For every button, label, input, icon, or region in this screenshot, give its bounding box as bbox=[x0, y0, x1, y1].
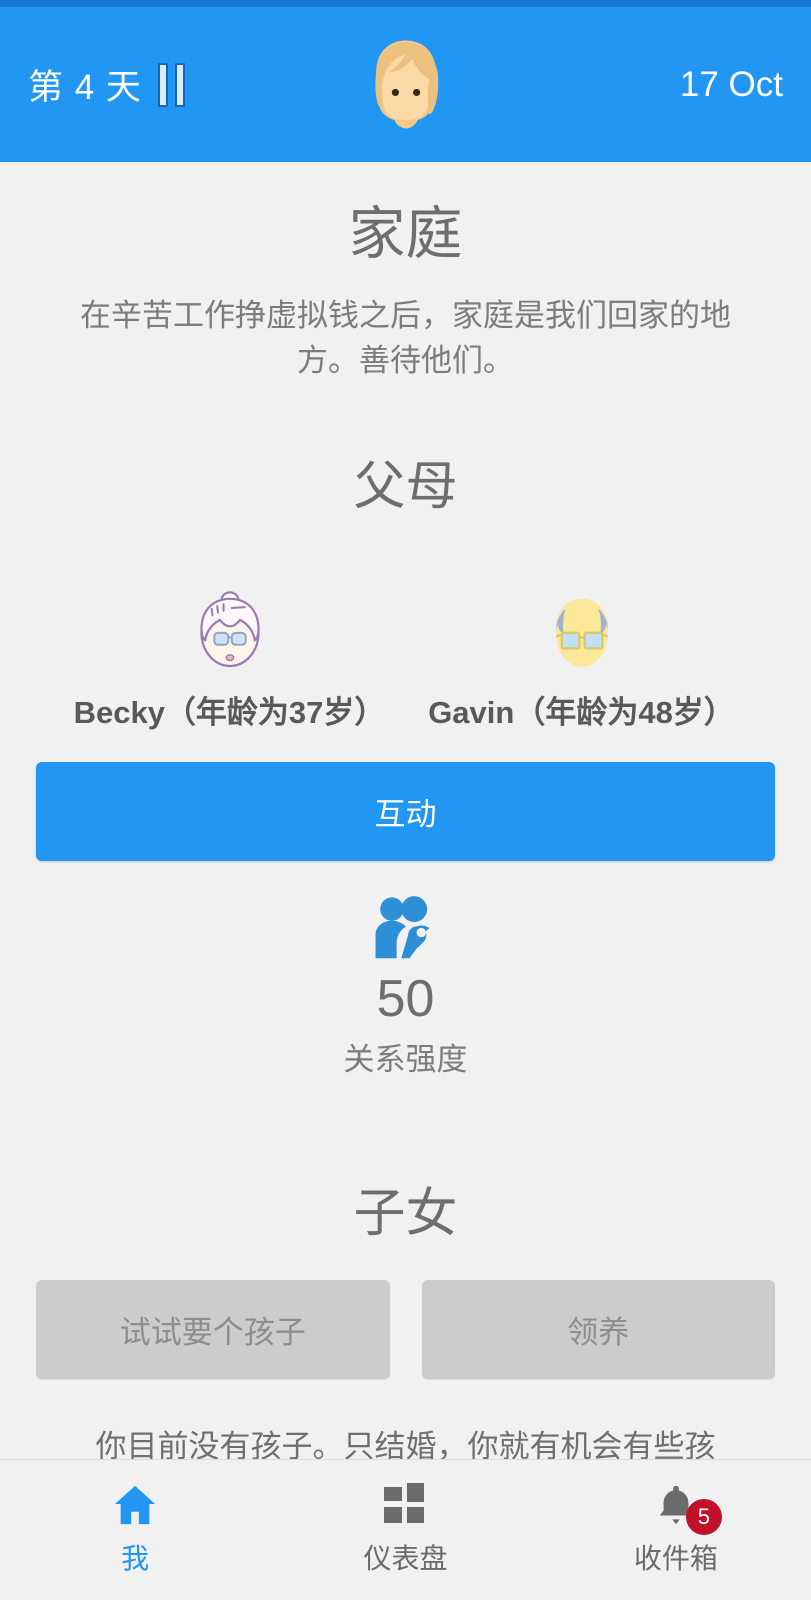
header-left-group: 第 4 天 bbox=[28, 59, 263, 110]
relationship-strength-label: 关系强度 bbox=[343, 1042, 468, 1078]
parent-name-label: Gavin（年龄为48岁） bbox=[428, 695, 735, 731]
relationship-stat-block: 50 关系强度 bbox=[36, 895, 775, 1079]
nav-item-inbox[interactable]: 5 收件箱 bbox=[541, 1483, 811, 1577]
blonde-woman-avatar-icon[interactable] bbox=[353, 32, 459, 138]
couple-relationship-icon bbox=[368, 895, 444, 963]
parents-row: Becky（年龄为37岁） Gavin（年龄为48岁） bbox=[36, 585, 775, 732]
older-woman-face-icon bbox=[184, 585, 276, 677]
children-actions: 试试要个孩子 领养 bbox=[36, 1280, 775, 1380]
app-screen: 第 4 天 17 Oct 家庭 在辛苦工作挣虚拟钱之后，家庭是我们回家的地方。善… bbox=[0, 0, 811, 1600]
bottom-navigation: 我 仪表盘 5 收件箱 bbox=[0, 1459, 811, 1600]
home-icon bbox=[112, 1483, 158, 1527]
page-title: 家庭 bbox=[348, 202, 463, 266]
interact-button[interactable]: 互动 bbox=[36, 762, 775, 862]
parent-becky[interactable]: Becky（年龄为37岁） bbox=[54, 585, 406, 732]
older-man-face-icon bbox=[536, 585, 628, 677]
parent-name-label: Becky（年龄为37岁） bbox=[73, 695, 386, 731]
app-header: 第 4 天 17 Oct bbox=[0, 7, 811, 162]
dashboard-grid-icon bbox=[382, 1483, 428, 1527]
nav-item-dashboard[interactable]: 仪表盘 bbox=[270, 1483, 540, 1577]
nav-label: 收件箱 bbox=[633, 1543, 718, 1574]
adopt-button[interactable]: 领养 bbox=[421, 1280, 775, 1380]
pause-icon[interactable] bbox=[157, 62, 185, 107]
nav-label: 我 bbox=[121, 1543, 150, 1574]
nav-item-me[interactable]: 我 bbox=[0, 1483, 270, 1577]
children-note: 你目前没有孩子。只结婚，你就有机会有些孩 bbox=[95, 1429, 716, 1459]
inbox-badge: 5 bbox=[685, 1499, 722, 1535]
status-bar-strip bbox=[0, 0, 811, 7]
nav-label: 仪表盘 bbox=[363, 1543, 448, 1574]
day-counter-label: 第 4 天 bbox=[28, 68, 142, 107]
header-date-label: 17 Oct bbox=[679, 64, 783, 104]
parents-section-title: 父母 bbox=[353, 458, 458, 517]
relationship-strength-value: 50 bbox=[376, 970, 435, 1029]
main-content: 家庭 在辛苦工作挣虚拟钱之后，家庭是我们回家的地方。善待他们。 父母 Becky… bbox=[0, 162, 811, 1459]
children-section-title: 子女 bbox=[353, 1185, 458, 1244]
try-for-baby-button[interactable]: 试试要个孩子 bbox=[36, 1280, 390, 1380]
parent-gavin[interactable]: Gavin（年龄为48岁） bbox=[406, 585, 758, 732]
page-subtitle: 在辛苦工作挣虚拟钱之后，家庭是我们回家的地方。善待他们。 bbox=[80, 298, 731, 379]
